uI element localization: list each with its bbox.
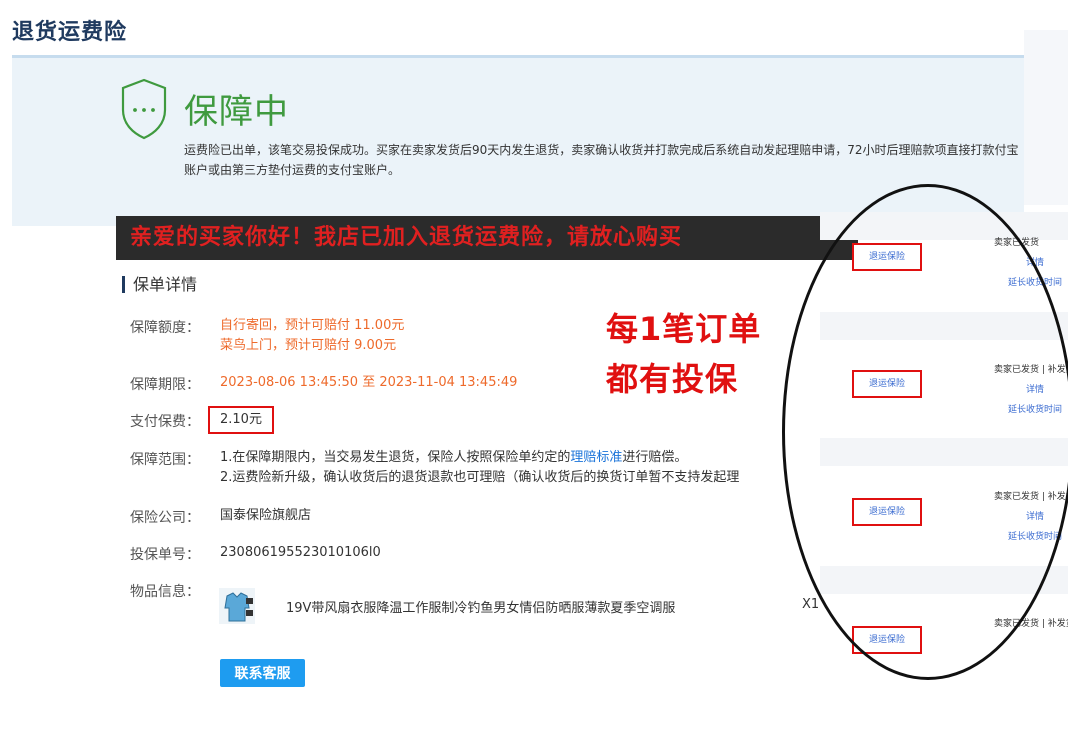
insurer-label: 保险公司： — [130, 510, 200, 526]
scope-line-1-text: 1.在保障期限内，当交易发生退货，保险人按照保险单约定的 — [220, 450, 571, 465]
product-quantity: X1 — [802, 597, 820, 612]
claim-standard-link[interactable]: 理赔标准 — [570, 450, 622, 465]
callout-line-2: 都有投保 — [606, 360, 739, 398]
policy-number-label: 投保单号： — [130, 547, 200, 563]
coverage-pickup: 菜鸟上门，预计可赔付 9.00元 — [220, 338, 397, 353]
page-title: 退货运费险 — [12, 20, 128, 45]
item-label: 物品信息： — [130, 584, 200, 600]
product-thumbnail[interactable] — [219, 588, 255, 624]
product-name[interactable]: 19V带风扇衣服降温工作服制冷钓鱼男女情侣防晒服薄款夏季空调服 — [286, 597, 675, 616]
coverage-self-return: 自行寄回，预计可赔付 11.00元 — [220, 318, 405, 333]
premium-highlight-box — [208, 406, 274, 434]
contact-service-button[interactable]: 联系客服 — [220, 659, 305, 687]
shield-icon — [121, 78, 167, 140]
coverage-amount-value: 自行寄回，预计可赔付 11.00元 菜鸟上门，预计可赔付 9.00元 — [220, 316, 404, 356]
scope-value: 1.在保障期限内，当交易发生退货，保险人按照保险单约定的理赔标准进行赔偿。 2.… — [220, 448, 790, 488]
insurer-value: 国泰保险旗舰店 — [220, 508, 312, 523]
jacket-image-icon — [224, 592, 253, 622]
scope-label: 保障范围： — [130, 452, 200, 468]
policy-number-value: 230806195523010106l0 — [220, 545, 381, 560]
scope-line-1: 1.在保障期限内，当交易发生退货，保险人按照保险单约定的理赔标准进行赔偿。 — [220, 448, 790, 468]
coverage-period-label: 保障期限： — [130, 377, 200, 393]
highlight-ellipse — [782, 184, 1068, 680]
promo-banner: 亲爱的买家你好！我店已加入退货运费险，请放心购买 — [116, 216, 858, 260]
insured-callout: 每1笔订单 都有投保 — [606, 304, 761, 404]
status-title: 保障中 — [184, 92, 289, 132]
scope-line-2: 2.运费险新升级，确认收货后的退货退款也可理赔（确认收货后的换货订单暂不支持发起… — [220, 470, 740, 485]
section-title: 保单详情 — [122, 276, 197, 293]
coverage-amount-label: 保障额度： — [130, 320, 200, 336]
callout-line-1: 每1笔订单 — [606, 310, 762, 348]
scope-line-1-end: 进行赔偿。 — [622, 450, 688, 465]
coverage-period-value: 2023-08-06 13:45:50 至 2023-11-04 13:45:4… — [220, 375, 518, 390]
premium-label: 支付保费： — [130, 414, 200, 430]
status-description: 运费险已出单，该笔交易投保成功。买家在卖家发货后90天内发生退货，卖家确认收货并… — [184, 143, 1019, 177]
side-panel-strip — [1024, 30, 1068, 205]
